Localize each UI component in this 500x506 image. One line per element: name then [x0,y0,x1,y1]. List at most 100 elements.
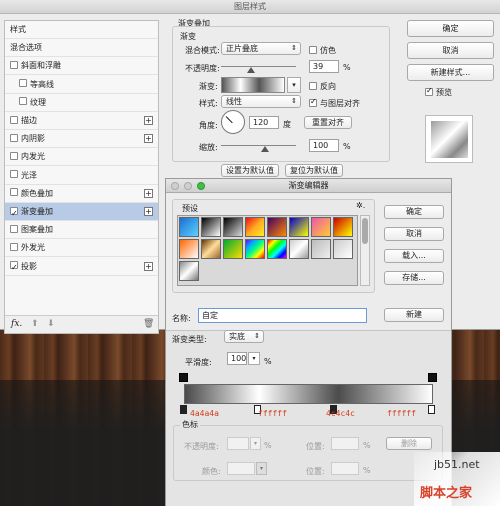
sidebar-item[interactable]: 样式 [5,21,158,39]
sidebar-checkbox[interactable] [10,259,18,277]
sidebar-item[interactable]: 渐变叠加 + [5,203,158,223]
scale-label: 缩放: [199,143,218,152]
move-down-icon[interactable]: ⬇ [47,319,55,329]
sidebar-item[interactable]: 等高线 [5,76,158,94]
sidebar-item[interactable]: 混合选项 [5,39,158,58]
preset-swatch[interactable] [289,217,309,237]
preset-swatch[interactable] [201,217,221,237]
add-effect-icon[interactable]: + [144,116,153,125]
dither-box[interactable] [309,45,317,54]
preset-swatch[interactable] [223,217,243,237]
sidebar-item[interactable]: 斜面和浮雕 [5,57,158,76]
smoothness-input[interactable]: 100 [227,352,247,365]
ge-ok-button[interactable]: 确定 [384,205,444,219]
color-stop[interactable] [428,405,435,414]
sidebar-checkbox[interactable] [10,133,18,142]
presets-scrollbar[interactable] [360,215,370,286]
angle-dial[interactable] [221,110,245,134]
color-stop[interactable] [180,405,187,414]
gradient-type-select[interactable]: 实底 ⇕ [224,330,264,343]
add-effect-icon[interactable]: + [144,134,153,144]
move-up-icon[interactable]: ⬆ [31,319,39,329]
scale-slider-handle[interactable] [261,146,269,152]
reset-default-button[interactable]: 复位为默认值 [285,164,343,177]
preset-swatch[interactable] [311,217,331,237]
preset-swatch[interactable] [267,217,287,237]
opacity-slider-handle[interactable] [247,67,255,73]
close-icon[interactable] [171,182,179,190]
opacity-slider[interactable] [221,66,296,67]
new-style-button[interactable]: 新建样式... [407,64,494,81]
sidebar-checkbox[interactable] [10,242,18,251]
align-box[interactable] [309,97,317,107]
sidebar-checkbox[interactable] [19,97,27,106]
cancel-button[interactable]: 取消 [407,42,494,59]
smoothness-dropdown-icon[interactable]: ▾ [248,352,260,365]
preset-swatch[interactable] [179,217,199,237]
ok-button[interactable]: 确定 [407,20,494,37]
sidebar-item[interactable]: 光泽 [5,167,158,185]
add-effect-icon[interactable]: + [144,207,153,216]
gradient-dropdown-icon[interactable]: ▾ [287,77,301,93]
add-effect-icon[interactable]: + [144,261,153,271]
new-gradient-button[interactable]: 新建 [384,308,444,322]
sidebar-checkbox[interactable] [10,188,18,197]
style-select[interactable]: 线性 ⇕ [221,95,301,108]
sidebar-item[interactable]: 投影 + [5,258,158,277]
save-button[interactable]: 存储... [384,271,444,285]
preset-swatch[interactable] [245,217,265,237]
sidebar-checkbox[interactable] [10,151,18,160]
preset-swatch[interactable] [289,239,309,259]
zoom-icon[interactable] [197,182,205,190]
preset-swatch[interactable] [201,239,221,259]
preset-swatch[interactable] [179,239,199,259]
sidebar-item[interactable]: 描边 + [5,112,158,130]
angle-input[interactable]: 120 [249,116,279,129]
sidebar-item[interactable]: 内发光 [5,148,158,167]
minimize-icon[interactable] [184,182,192,190]
opacity-stop-left[interactable] [179,373,188,382]
sidebar-checkbox[interactable] [10,224,18,233]
preset-swatch[interactable] [223,239,243,259]
reverse-box[interactable] [309,81,317,90]
sidebar-checkbox[interactable] [19,79,27,88]
preset-swatch[interactable] [333,217,353,237]
gradient-bar[interactable] [184,384,433,404]
add-effect-icon[interactable]: + [144,188,153,198]
preview-checkbox[interactable]: 预览 [425,86,452,98]
gradient-preview-swatch[interactable] [221,77,285,93]
scrollbar-thumb[interactable] [362,218,368,244]
preset-swatch[interactable] [245,239,265,259]
sidebar-item[interactable]: 图案叠加 [5,221,158,240]
blend-mode-select[interactable]: 正片叠底 ⇕ [221,42,301,55]
load-button[interactable]: 载入... [384,249,444,263]
trash-icon[interactable]: 🗑 [143,319,154,329]
preset-swatch[interactable] [311,239,331,259]
fx-button[interactable]: fx. [11,319,22,329]
scale-input[interactable]: 100 [309,139,339,152]
name-input[interactable]: 自定 [198,308,367,323]
angle-label: 角度: [199,121,218,130]
sidebar-checkbox[interactable] [10,115,18,124]
sidebar-checkbox[interactable] [10,205,18,223]
reverse-checkbox[interactable]: 反向 [309,81,336,92]
sidebar-item[interactable]: 外发光 [5,239,158,258]
sidebar-checkbox[interactable] [10,170,18,179]
opacity-stop-right[interactable] [428,373,437,382]
dither-checkbox[interactable]: 仿色 [309,45,336,56]
scale-slider[interactable] [221,145,296,146]
preset-swatch[interactable] [267,239,287,259]
sidebar-checkbox[interactable] [10,60,18,69]
gear-icon[interactable]: ✲. [356,201,365,210]
ge-cancel-button[interactable]: 取消 [384,227,444,241]
preset-swatch[interactable] [333,239,353,259]
sidebar-item[interactable]: 颜色叠加 + [5,185,158,203]
set-default-button[interactable]: 设置为默认值 [221,164,279,177]
preview-box[interactable] [425,86,433,96]
align-with-layer-checkbox[interactable]: 与图层对齐 [309,97,360,109]
sidebar-item[interactable]: 纹理 [5,94,158,112]
opacity-input[interactable]: 39 [309,60,339,73]
preset-swatch[interactable] [179,261,199,281]
sidebar-item[interactable]: 内阴影 + [5,130,158,149]
reset-align-button[interactable]: 重置对齐 [304,116,352,129]
